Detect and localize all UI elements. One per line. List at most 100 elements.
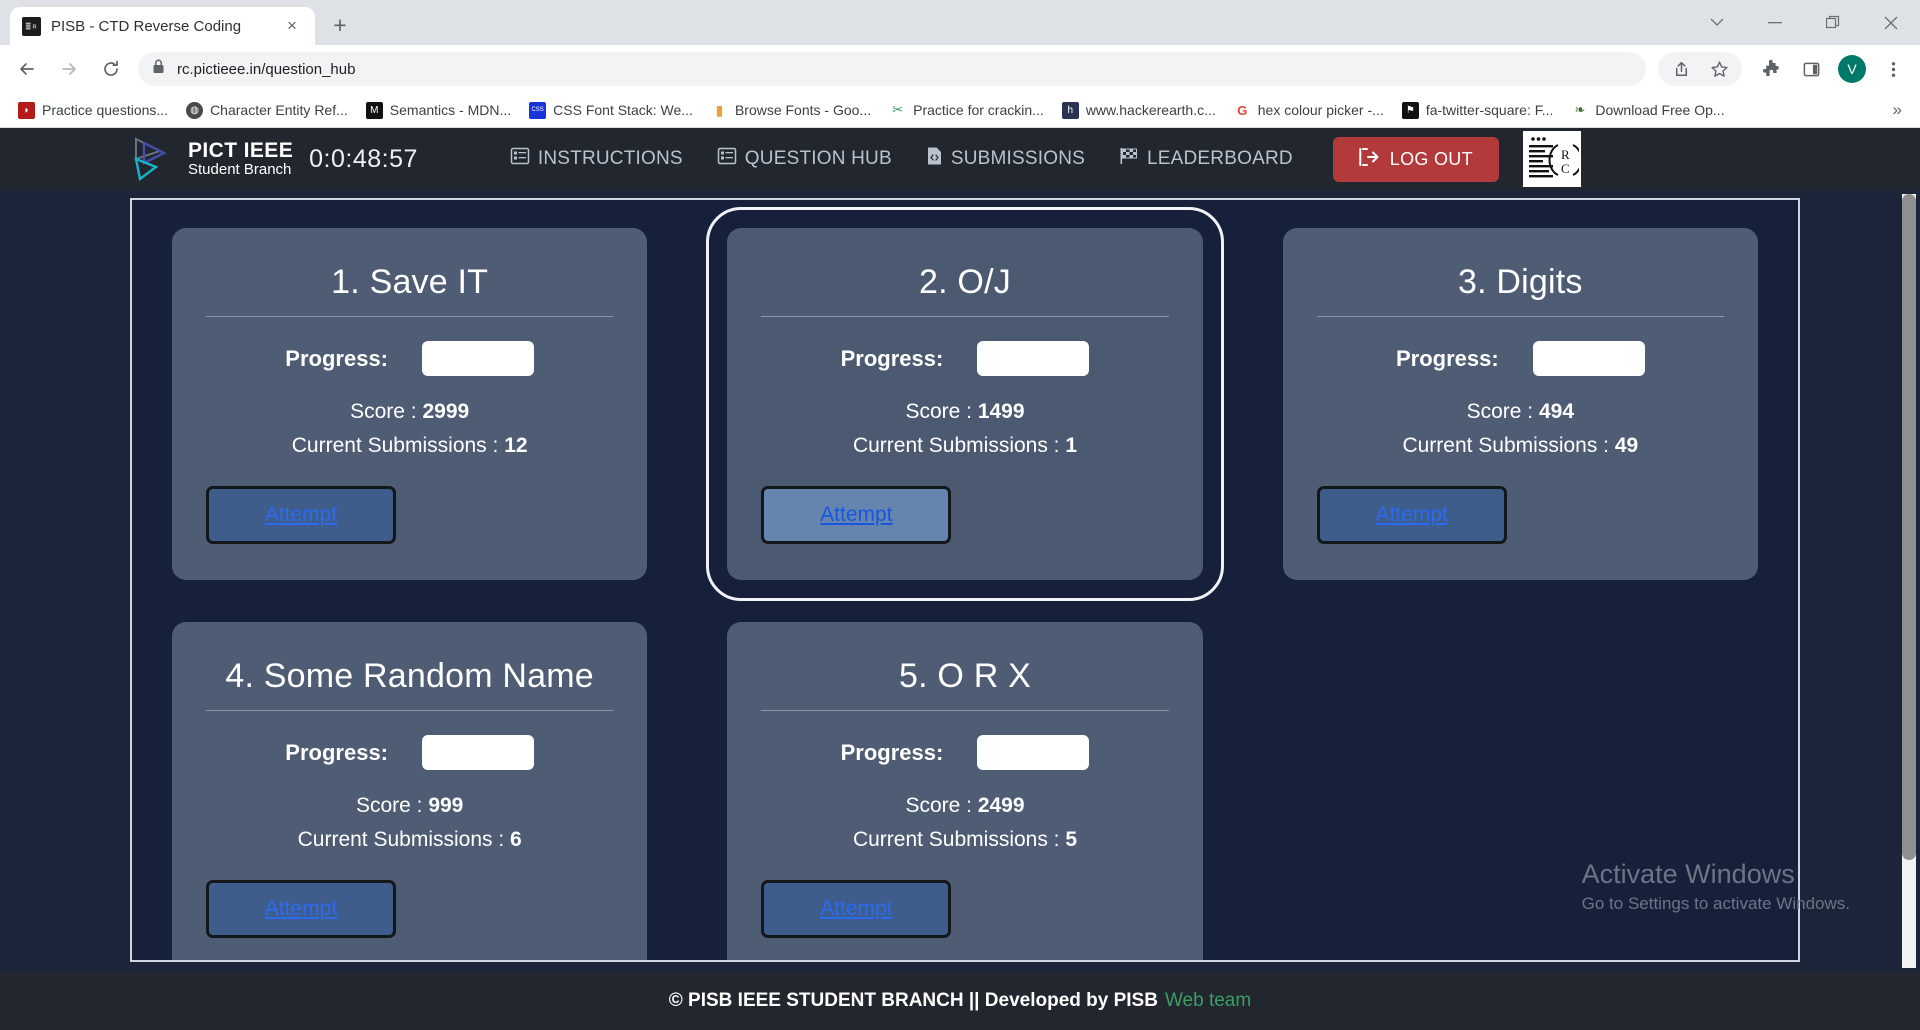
bookmark-item[interactable]: ▮ Browse Fonts - Goo...	[703, 98, 879, 123]
bookmark-item[interactable]: ✂ Practice for crackin...	[881, 98, 1052, 123]
progress-input[interactable]	[1532, 341, 1645, 377]
progress-input[interactable]	[422, 341, 535, 377]
question-grid-wrapper: 1. Save IT Progress: Score : 2999 Curren…	[132, 200, 1798, 960]
question-card[interactable]: 5. O R X Progress: Score : 2499 Current …	[727, 622, 1203, 960]
progress-label: Progress:	[840, 345, 944, 371]
attempt-link[interactable]: Attempt	[820, 897, 892, 921]
progress-input[interactable]	[422, 735, 535, 771]
bookmark-label: Practice for crackin...	[913, 102, 1044, 118]
logout-label: LOG OUT	[1389, 148, 1473, 169]
bookmark-label: Download Free Op...	[1595, 102, 1725, 118]
pict-ieee-logo-icon	[130, 137, 176, 182]
nav-item-leaderboard[interactable]: LEADERBOARD	[1119, 146, 1293, 172]
maximize-icon[interactable]	[1804, 0, 1862, 45]
bookmark-item[interactable]: G hex colour picker -...	[1226, 98, 1392, 123]
list-alt-icon	[717, 146, 737, 172]
svg-text:C: C	[1561, 161, 1570, 176]
rc-favicon-icon: R	[22, 16, 41, 36]
progress-row: Progress:	[761, 735, 1168, 771]
attempt-link[interactable]: Attempt	[265, 897, 337, 921]
avatar[interactable]: V	[1838, 55, 1866, 83]
scrollbar-thumb[interactable]	[1902, 194, 1916, 860]
app-footer: © PISB IEEE STUDENT BRANCH || Developed …	[0, 972, 1920, 1030]
puzzle-icon[interactable]	[1752, 50, 1790, 88]
toolbar-actions: V	[1658, 50, 1912, 88]
question-card[interactable]: 2. O/J Progress: Score : 1499 Current Su…	[706, 206, 1224, 602]
submissions-value: 49	[1614, 434, 1639, 458]
close-icon[interactable]	[1862, 0, 1920, 45]
hackerearth-icon: h	[1061, 101, 1079, 119]
bookmark-item[interactable]: CSS CSS Font Stack: We...	[521, 98, 701, 123]
new-tab-button[interactable]: +	[323, 8, 357, 42]
attempt-button[interactable]: Attempt	[206, 486, 396, 545]
score-value: 494	[1538, 400, 1575, 424]
brand-line-1: PICT IEEE	[188, 139, 294, 163]
browser-toolbar: rc.pictieee.in/question_hub V	[0, 45, 1920, 93]
countdown-timer: 0:0:48:57	[309, 144, 418, 173]
bookmark-label: www.hackerearth.c...	[1085, 102, 1216, 118]
tab-search-icon[interactable]	[1688, 0, 1746, 45]
attempt-button[interactable]: Attempt	[206, 880, 396, 939]
bookmark-item[interactable]: ◍ Character Entity Ref...	[178, 98, 356, 123]
share-icon[interactable]	[1662, 50, 1700, 88]
svg-text:R: R	[1561, 147, 1570, 162]
progress-row: Progress:	[1317, 341, 1724, 377]
submissions-row: Current Submissions : 6	[206, 828, 613, 852]
score-row: Score : 494	[1317, 400, 1724, 424]
page-scrollbar[interactable]	[1902, 194, 1916, 968]
nav-item-question-hub[interactable]: QUESTION HUB	[717, 146, 892, 172]
progress-input[interactable]	[977, 341, 1090, 377]
bookmark-item[interactable]: ◗ Practice questions...	[10, 98, 176, 123]
score-label: Score :	[1466, 400, 1539, 424]
attempt-button[interactable]: Attempt	[761, 880, 952, 939]
app-header: PICT IEEE Student Branch 0:0:48:57 INSTR…	[0, 128, 1920, 190]
submissions-value: 1	[1065, 434, 1078, 458]
scissors-icon: ✂	[889, 101, 907, 119]
minimize-icon[interactable]	[1746, 0, 1804, 45]
score-label: Score :	[350, 400, 423, 424]
score-label: Score :	[355, 794, 429, 818]
logout-button[interactable]: LOG OUT	[1332, 136, 1499, 182]
footer-webteam-link[interactable]: Web team	[1165, 990, 1251, 1012]
submissions-label: Current Submissions :	[297, 828, 511, 852]
checkered-flag-icon	[1119, 146, 1139, 172]
attempt-link[interactable]: Attempt	[1375, 503, 1447, 527]
forward-icon[interactable]	[50, 50, 88, 88]
attempt-link[interactable]: Attempt	[820, 503, 892, 527]
attempt-link[interactable]: Attempt	[265, 503, 337, 527]
window-controls	[1688, 0, 1920, 45]
bookmark-label: Practice questions...	[42, 102, 169, 118]
question-title: 3. Digits	[1316, 256, 1724, 318]
nav-item-instructions[interactable]: INSTRUCTIONS	[510, 146, 683, 172]
brand[interactable]: PICT IEEE Student Branch	[130, 137, 294, 182]
bookmark-item[interactable]: ⚑ fa-twitter-square: F...	[1394, 98, 1562, 123]
score-row: Score : 1499	[761, 400, 1168, 424]
submissions-label: Current Submissions :	[291, 434, 505, 458]
reload-icon[interactable]	[92, 50, 130, 88]
question-hub-panel: 1. Save IT Progress: Score : 2999 Curren…	[130, 198, 1800, 962]
attempt-button[interactable]: Attempt	[761, 486, 952, 545]
submissions-label: Current Submissions :	[1402, 434, 1615, 458]
bookmark-item[interactable]: M Semantics - MDN...	[358, 98, 519, 123]
address-bar[interactable]: rc.pictieee.in/question_hub	[138, 52, 1646, 86]
side-panel-icon[interactable]	[1792, 50, 1830, 88]
star-icon[interactable]	[1700, 50, 1738, 88]
back-icon[interactable]	[8, 50, 46, 88]
question-card[interactable]: 3. Digits Progress: Score : 494 Current …	[1282, 228, 1758, 581]
reverse-coding-logo-icon: R C	[1522, 131, 1581, 187]
three-dots-icon[interactable]	[1874, 50, 1912, 88]
question-card[interactable]: 4. Some Random Name Progress: Score : 99…	[172, 622, 648, 960]
nav-label: SUBMISSIONS	[950, 148, 1085, 169]
bookmarks-overflow-button[interactable]: »	[1885, 100, 1910, 120]
browser-tab[interactable]: R PISB - CTD Reverse Coding ×	[10, 7, 315, 45]
tab-close-icon[interactable]: ×	[281, 15, 303, 37]
submissions-value: 5	[1065, 828, 1078, 852]
bookmark-item[interactable]: ❧ Download Free Op...	[1563, 98, 1732, 123]
brand-line-2: Student Branch	[188, 161, 292, 179]
nav-item-submissions[interactable]: SUBMISSIONS	[926, 146, 1085, 172]
bookmark-item[interactable]: h www.hackerearth.c...	[1054, 98, 1224, 123]
question-card[interactable]: 1. Save IT Progress: Score : 2999 Curren…	[172, 228, 648, 581]
progress-input[interactable]	[977, 735, 1090, 771]
list-alt-icon	[510, 146, 530, 172]
attempt-button[interactable]: Attempt	[1316, 486, 1507, 545]
